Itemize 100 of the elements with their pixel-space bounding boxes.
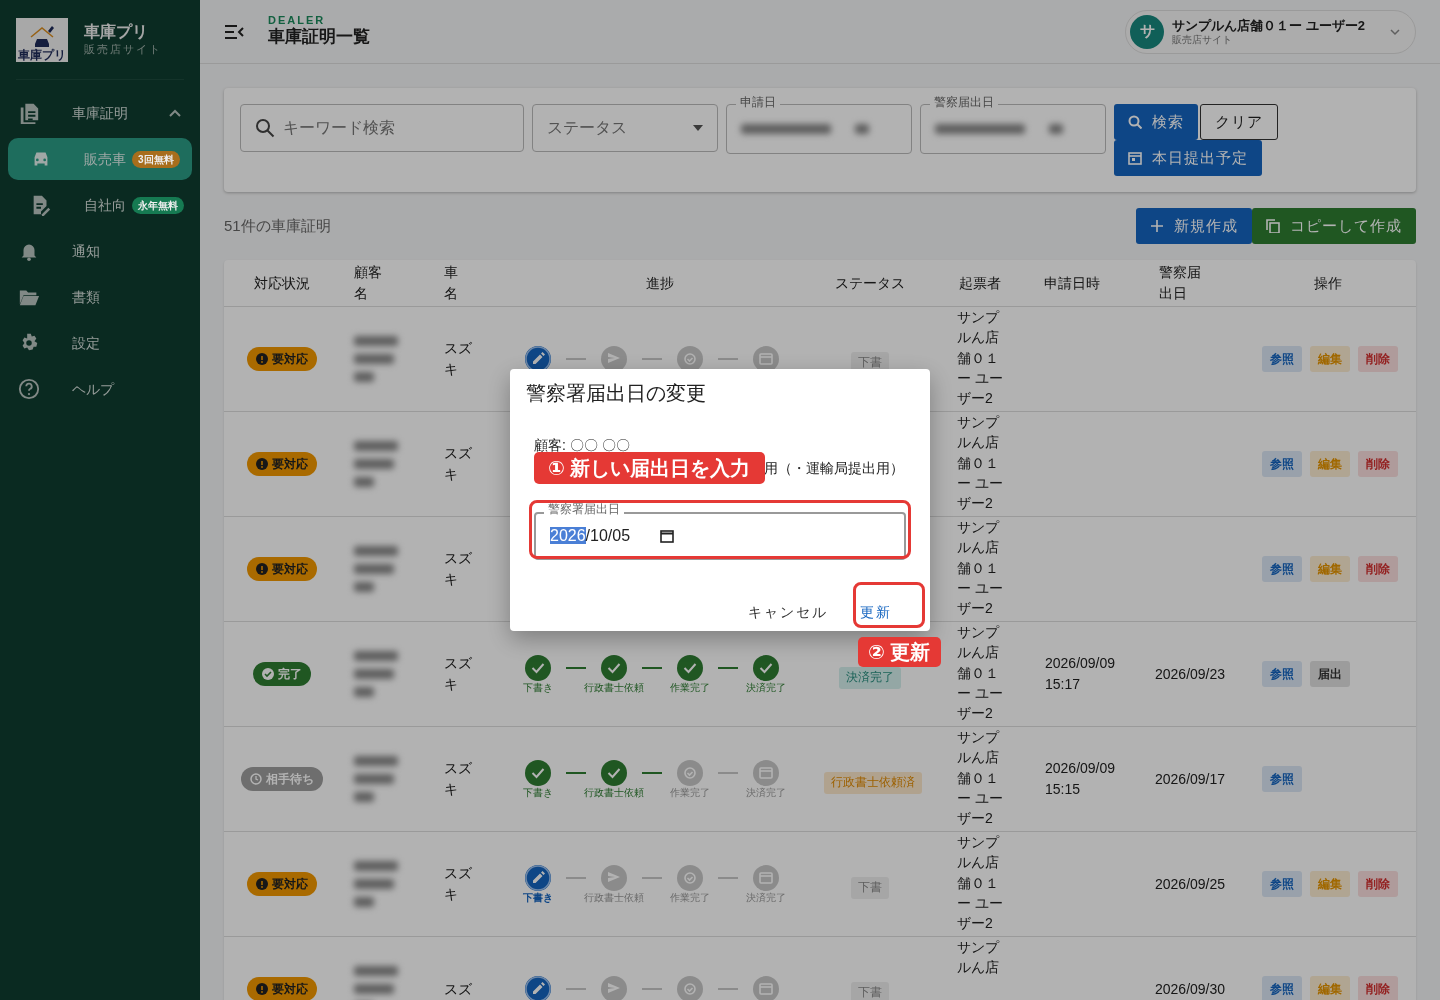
sidebar-item[interactable]: 設定 bbox=[8, 322, 192, 364]
view-button[interactable]: 参照 bbox=[1262, 976, 1302, 1000]
clear-button[interactable]: クリア bbox=[1200, 104, 1278, 140]
status-chip: 完了 bbox=[253, 662, 311, 686]
count-badge: 3回無料 bbox=[132, 150, 180, 168]
sidebar-item[interactable]: 書類 bbox=[8, 276, 192, 318]
edit-button[interactable]: 編集 bbox=[1310, 451, 1350, 477]
applied-datetime: 2026/09/09 15:15 bbox=[1045, 759, 1117, 799]
field-label: 警察届出日 bbox=[930, 95, 998, 110]
column-header: 起票者 bbox=[958, 273, 1002, 293]
issuer-name: サンプルん店舗０１ー ユーザー2 bbox=[957, 623, 1004, 724]
step-label: 作業完了 bbox=[670, 786, 710, 799]
status-tag: 行政書士依頼済 bbox=[824, 772, 922, 794]
view-button[interactable]: 参照 bbox=[1262, 871, 1302, 897]
police-date: 2026/09/23 bbox=[1155, 664, 1227, 684]
delete-button[interactable]: 削除 bbox=[1358, 871, 1398, 897]
delete-button[interactable]: 削除 bbox=[1358, 976, 1398, 1000]
delete-button[interactable]: 削除 bbox=[1358, 451, 1398, 477]
user-name: サンプルん店舗０１ー ユーザー2 bbox=[1172, 18, 1365, 34]
column-header: 警察届出日 bbox=[1159, 263, 1201, 303]
car-name: スズキ bbox=[444, 339, 473, 379]
issuer-name: サンプルん店舗０１ー ユーザー2 bbox=[957, 728, 1004, 829]
view-button[interactable]: 参照 bbox=[1262, 556, 1302, 582]
step-label: 行政書士依頼 bbox=[584, 786, 644, 799]
page-title: 車庫証明一覧 bbox=[268, 25, 370, 48]
car-name: スズキ bbox=[444, 444, 473, 484]
step-label: 下書き bbox=[523, 681, 553, 694]
column-header: 対応状況 bbox=[253, 273, 311, 293]
status-chip: 要対応 bbox=[247, 347, 317, 371]
app-name: 車庫プリ bbox=[84, 21, 149, 41]
car-name: スズキ bbox=[444, 549, 473, 589]
app-subtitle: 販売店サイト bbox=[84, 41, 162, 57]
result-count: 51件の車庫証明 bbox=[224, 215, 331, 236]
callout-label: ② 更新 bbox=[858, 637, 941, 667]
copy-create-button[interactable]: コピーして作成 bbox=[1252, 208, 1416, 244]
today-button[interactable]: 本日提出予定 bbox=[1114, 140, 1262, 176]
step-label: 決済完了 bbox=[746, 786, 786, 799]
status-tag: 下書 bbox=[851, 877, 889, 899]
dialog-title: 警察署届出日の変更 bbox=[526, 381, 707, 405]
issuer-name: サンプルん店 bbox=[957, 938, 1001, 978]
column-header: 顧客名 bbox=[354, 263, 382, 303]
column-header: 申請日時 bbox=[1044, 273, 1101, 293]
step-label: 下書き bbox=[523, 891, 553, 904]
submit-button[interactable]: 届出 bbox=[1310, 661, 1350, 687]
status-tag: 下書 bbox=[851, 982, 889, 1000]
column-header: 進捗 bbox=[645, 273, 675, 293]
applied-datetime: 2026/09/09 15:17 bbox=[1045, 654, 1117, 694]
column-header: 操作 bbox=[1313, 273, 1343, 293]
police-date: 2026/09/17 bbox=[1155, 769, 1227, 789]
status-chip: 相手待ち bbox=[241, 767, 323, 791]
status-chip: 要対応 bbox=[247, 872, 317, 896]
status-chip: 要対応 bbox=[247, 557, 317, 581]
callout-label: ① 新しい届出日を入力 bbox=[534, 452, 765, 484]
issuer-name: サンプルん店舗０１ー ユーザー2 bbox=[957, 833, 1004, 934]
status-dropdown[interactable]: ステータス bbox=[532, 104, 718, 152]
column-header: ステータス bbox=[834, 273, 906, 293]
user-menu[interactable]: サ サンプルん店舗０１ー ユーザー2 販売店サイト bbox=[1125, 9, 1416, 54]
step-label: 行政書士依頼 bbox=[584, 681, 644, 694]
sidebar-item[interactable]: 車庫証明 bbox=[8, 92, 192, 134]
section-label: DEALER bbox=[268, 14, 327, 26]
edit-button[interactable]: 編集 bbox=[1310, 346, 1350, 372]
user-role: 販売店サイト bbox=[1172, 33, 1234, 45]
user-avatar: サ bbox=[1130, 14, 1165, 49]
car-name: スズキ bbox=[444, 759, 473, 799]
step-label: 決済完了 bbox=[746, 891, 786, 904]
step-label: 作業完了 bbox=[670, 681, 710, 694]
step-label: 行政書士依頼 bbox=[584, 891, 644, 904]
view-button[interactable]: 参照 bbox=[1262, 766, 1302, 792]
police-date: 2026/09/30 bbox=[1155, 979, 1227, 999]
new-button[interactable]: 新規作成 bbox=[1136, 208, 1252, 244]
edit-button[interactable]: 編集 bbox=[1310, 871, 1350, 897]
issuer-name: サンプルん店舗０１ー ユーザー2 bbox=[957, 518, 1004, 619]
car-name: スズキ bbox=[444, 654, 473, 694]
customer-name: 顧客: 〇〇 〇〇 bbox=[534, 436, 631, 455]
status-tag: 決済完了 bbox=[839, 667, 901, 689]
status-chip: 要対応 bbox=[247, 977, 317, 1000]
cancel-button[interactable]: キャンセル bbox=[736, 595, 840, 629]
sidebar-item[interactable]: ヘルプ bbox=[8, 368, 192, 410]
sidebar-item[interactable]: 自社向 永年無料 bbox=[8, 184, 192, 226]
view-button[interactable]: 参照 bbox=[1262, 346, 1302, 372]
police-date: 2026/09/25 bbox=[1155, 874, 1227, 894]
step-label: 下書き bbox=[523, 786, 553, 799]
update-button[interactable]: 更新 bbox=[848, 595, 904, 629]
search-button[interactable]: 検索 bbox=[1114, 104, 1198, 140]
delete-button[interactable]: 削除 bbox=[1358, 556, 1398, 582]
edit-button[interactable]: 編集 bbox=[1310, 976, 1350, 1000]
car-name: スズ bbox=[444, 979, 473, 999]
sidebar-item[interactable]: 通知 bbox=[8, 230, 192, 272]
search-field[interactable]: キーワード検索 bbox=[240, 104, 524, 152]
step-label: 作業完了 bbox=[670, 891, 710, 904]
edit-button[interactable]: 編集 bbox=[1310, 556, 1350, 582]
view-button[interactable]: 参照 bbox=[1262, 451, 1302, 477]
field-label: 申請日 bbox=[736, 95, 780, 110]
delete-button[interactable]: 削除 bbox=[1358, 346, 1398, 372]
status-chip: 要対応 bbox=[247, 452, 317, 476]
view-button[interactable]: 参照 bbox=[1262, 661, 1302, 687]
dialog-note: 用（・運輸局提出用） bbox=[764, 460, 904, 476]
car-name: スズキ bbox=[444, 864, 473, 904]
sidebar-item[interactable]: 販売車 3回無料 bbox=[8, 138, 192, 180]
step-label: 決済完了 bbox=[746, 681, 786, 694]
